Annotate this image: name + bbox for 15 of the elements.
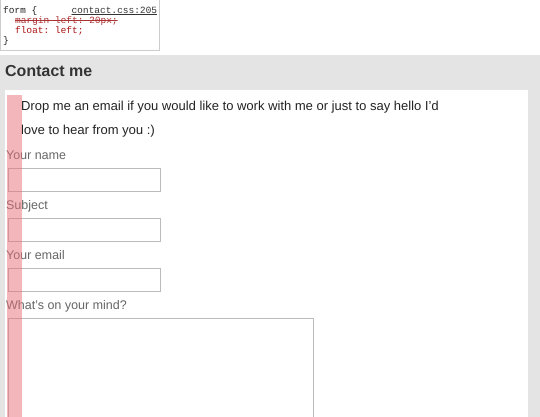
closing-brace: } bbox=[3, 36, 10, 46]
field-label: Your email bbox=[6, 248, 66, 262]
source-link[interactable]: contact.css:205 bbox=[71, 6, 157, 16]
field-label: Your name bbox=[6, 148, 67, 162]
css-declaration: margin-left: 20px; bbox=[14, 16, 119, 26]
page-title: Contact me bbox=[5, 62, 94, 82]
input-field[interactable] bbox=[8, 218, 161, 242]
message-field[interactable] bbox=[8, 318, 314, 417]
input-field[interactable] bbox=[8, 268, 161, 292]
css-selector: form { bbox=[3, 6, 38, 16]
css-declaration: float: left; bbox=[14, 26, 84, 36]
field-label: Subject bbox=[6, 198, 49, 212]
field-label: What’s on your mind? bbox=[6, 298, 128, 312]
intro-text: Drop me an email if you would like to work with me or just to say hello I’d love to hear from you :) bbox=[21, 97, 440, 139]
input-field[interactable] bbox=[8, 168, 161, 192]
